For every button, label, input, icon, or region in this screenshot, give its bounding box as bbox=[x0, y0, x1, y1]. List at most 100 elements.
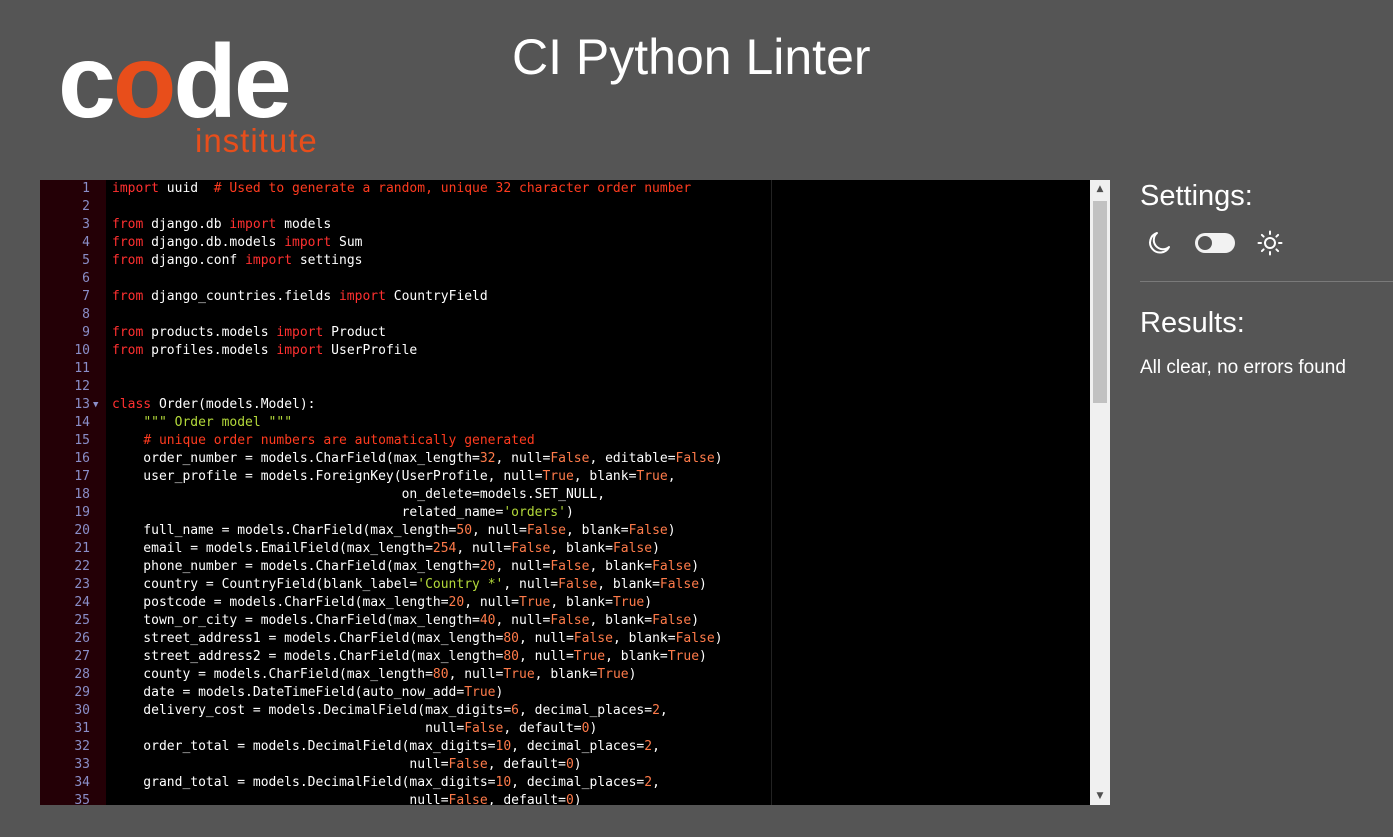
code-line[interactable]: 26 street_address1 = models.CharField(ma… bbox=[40, 630, 1090, 648]
page-title: CI Python Linter bbox=[512, 29, 871, 85]
code-line[interactable]: 17 user_profile = models.ForeignKey(User… bbox=[40, 468, 1090, 486]
code-text: from profiles.models import UserProfile bbox=[112, 343, 418, 358]
code-text: # unique order numbers are automatically… bbox=[143, 433, 535, 448]
code-text: country = CountryField(blank_label='Coun… bbox=[112, 577, 707, 592]
code-line[interactable]: 12 bbox=[40, 378, 1090, 396]
logo-subtitle: institute bbox=[195, 122, 318, 159]
code-line[interactable]: 11 bbox=[40, 360, 1090, 378]
code-text: """ Order model """ bbox=[143, 415, 293, 430]
line-number: 28 bbox=[74, 667, 90, 682]
code-line[interactable]: 10 from profiles.models import UserProfil… bbox=[40, 342, 1090, 360]
code-text: phone_number = models.CharField(max_leng… bbox=[112, 559, 700, 574]
line-number: 11 bbox=[74, 361, 90, 376]
code-line[interactable]: 31 null=False, default=0) bbox=[40, 720, 1090, 738]
line-number: 12 bbox=[74, 379, 90, 394]
code-text: full_name = models.CharField(max_length=… bbox=[112, 523, 676, 538]
code-text: user_profile = models.ForeignKey(UserPro… bbox=[112, 469, 676, 484]
line-number: 3 bbox=[82, 217, 90, 232]
code-text: street_address2 = models.CharField(max_l… bbox=[112, 649, 707, 664]
line-number: 25 bbox=[74, 613, 90, 628]
code-line[interactable]: 35 null=False, default=0) bbox=[40, 792, 1090, 805]
code-text: town_or_city = models.CharField(max_leng… bbox=[112, 613, 700, 628]
code-line[interactable]: 22 phone_number = models.CharField(max_l… bbox=[40, 558, 1090, 576]
line-number: 31 bbox=[74, 721, 90, 736]
sun-icon[interactable] bbox=[1256, 229, 1284, 257]
line-number: 30 bbox=[74, 703, 90, 718]
code-line[interactable]: 14 """ Order model """ bbox=[40, 414, 1090, 432]
code-line[interactable]: 24 postcode = models.CharField(max_lengt… bbox=[40, 594, 1090, 612]
fold-arrow-icon[interactable]: ▼ bbox=[93, 396, 98, 414]
line-number: 9 bbox=[82, 325, 90, 340]
code-line[interactable]: 25 town_or_city = models.CharField(max_l… bbox=[40, 612, 1090, 630]
line-number: 16 bbox=[74, 451, 90, 466]
code-editor[interactable]: 1 import uuid # Used to generate a random… bbox=[40, 180, 1110, 805]
code-line[interactable]: 6 bbox=[40, 270, 1090, 288]
code-text: from products.models import Product bbox=[112, 325, 386, 340]
code-text: grand_total = models.DecimalField(max_di… bbox=[112, 775, 660, 790]
code-line[interactable]: 1 import uuid # Used to generate a random… bbox=[40, 180, 1090, 198]
code-line[interactable]: 3 from django.db import models bbox=[40, 216, 1090, 234]
code-text: date = models.DateTimeField(auto_now_add… bbox=[112, 685, 504, 700]
code-line[interactable]: 29 date = models.DateTimeField(auto_now_… bbox=[40, 684, 1090, 702]
line-number: 1 bbox=[82, 181, 90, 196]
code-text: from django.db.models import Sum bbox=[112, 235, 363, 250]
code-line[interactable]: 27 street_address2 = models.CharField(ma… bbox=[40, 648, 1090, 666]
code-line[interactable]: 2 bbox=[40, 198, 1090, 216]
code-text: null=False, default=0) bbox=[112, 757, 582, 772]
settings-divider bbox=[1140, 281, 1393, 282]
results-message: All clear, no errors found bbox=[1140, 357, 1346, 378]
line-number: 5 bbox=[82, 253, 90, 268]
editor-scrollbar[interactable]: ▲ ▼ bbox=[1090, 180, 1110, 805]
code-line[interactable]: 33 null=False, default=0) bbox=[40, 756, 1090, 774]
code-text: on_delete=models.SET_NULL, bbox=[112, 487, 606, 502]
line-number: 19 bbox=[74, 505, 90, 520]
scroll-up-arrow-icon[interactable]: ▲ bbox=[1090, 180, 1110, 198]
code-line[interactable]: 30 delivery_cost = models.DecimalField(m… bbox=[40, 702, 1090, 720]
scroll-down-arrow-icon[interactable]: ▼ bbox=[1090, 787, 1110, 805]
line-number: 4 bbox=[82, 235, 90, 250]
code-line[interactable]: 7 from django_countries.fields import Cou… bbox=[40, 288, 1090, 306]
line-number: 29 bbox=[74, 685, 90, 700]
code-institute-logo: code institute bbox=[58, 30, 348, 160]
code-text: delivery_cost = models.DecimalField(max_… bbox=[112, 703, 668, 718]
moon-icon[interactable] bbox=[1145, 229, 1173, 257]
scrollbar-thumb[interactable] bbox=[1093, 201, 1107, 403]
code-content[interactable]: 1 import uuid # Used to generate a random… bbox=[40, 180, 1090, 805]
code-line[interactable]: 21 email = models.EmailField(max_length=… bbox=[40, 540, 1090, 558]
line-number: 21 bbox=[74, 541, 90, 556]
line-number: 33 bbox=[74, 757, 90, 772]
code-text: related_name='orders') bbox=[112, 505, 574, 520]
code-text: email = models.EmailField(max_length=254… bbox=[112, 541, 660, 556]
code-text: from django.db import models bbox=[112, 217, 332, 232]
code-line[interactable]: 34 grand_total = models.DecimalField(max… bbox=[40, 774, 1090, 792]
line-number: 6 bbox=[82, 271, 90, 286]
code-line[interactable]: 32 order_total = models.DecimalField(max… bbox=[40, 738, 1090, 756]
logo-wordmark: code bbox=[58, 24, 292, 140]
code-line[interactable]: 16 order_number = models.CharField(max_l… bbox=[40, 450, 1090, 468]
code-text: from django_countries.fields import Coun… bbox=[112, 289, 488, 304]
code-line[interactable]: 28 county = models.CharField(max_length=… bbox=[40, 666, 1090, 684]
code-line[interactable]: 18 on_delete=models.SET_NULL, bbox=[40, 486, 1090, 504]
code-line[interactable]: 13 ▼ class Order(models.Model): bbox=[40, 396, 1090, 414]
code-text: order_total = models.DecimalField(max_di… bbox=[112, 739, 660, 754]
code-line[interactable]: 20 full_name = models.CharField(max_leng… bbox=[40, 522, 1090, 540]
code-line[interactable]: 15 # unique order numbers are automatica… bbox=[40, 432, 1090, 450]
code-line[interactable]: 8 bbox=[40, 306, 1090, 324]
results-heading: Results: bbox=[1140, 307, 1245, 339]
code-text: null=False, default=0) bbox=[112, 721, 598, 736]
line-number: 24 bbox=[74, 595, 90, 610]
code-line[interactable]: 5 from django.conf import settings bbox=[40, 252, 1090, 270]
code-text: import uuid # Used to generate a random,… bbox=[112, 181, 692, 196]
code-line[interactable]: 19 related_name='orders') bbox=[40, 504, 1090, 522]
line-number: 8 bbox=[82, 307, 90, 322]
code-line[interactable]: 9 from products.models import Product bbox=[40, 324, 1090, 342]
line-number: 10 bbox=[74, 343, 90, 358]
code-text: null=False, default=0) bbox=[112, 793, 582, 805]
code-text: street_address1 = models.CharField(max_l… bbox=[112, 631, 723, 646]
code-line[interactable]: 23 country = CountryField(blank_label='C… bbox=[40, 576, 1090, 594]
theme-toggle-switch[interactable] bbox=[1195, 233, 1235, 253]
code-text: postcode = models.CharField(max_length=2… bbox=[112, 595, 653, 610]
line-number: 14 bbox=[74, 415, 90, 430]
code-line[interactable]: 4 from django.db.models import Sum bbox=[40, 234, 1090, 252]
line-number: 34 bbox=[74, 775, 90, 790]
